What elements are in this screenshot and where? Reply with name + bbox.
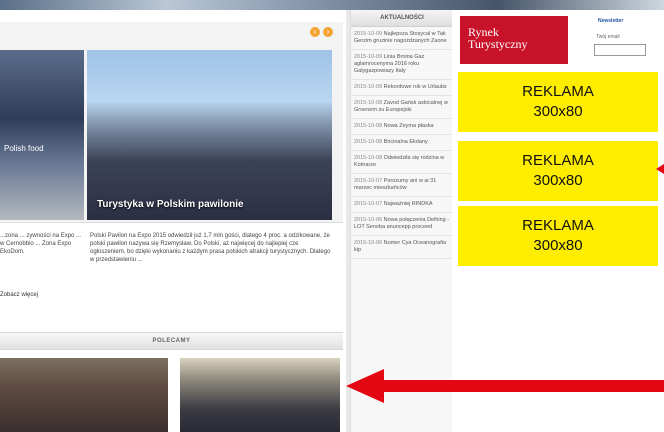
news-item[interactable]: 2015-10-08 Odwiedziła się rodzina w Kotn… — [351, 151, 453, 174]
news-title[interactable]: Najważniej RINDKA — [384, 201, 433, 207]
news-title[interactable]: Nowa Zeyma płaska — [384, 123, 434, 129]
ad-label: REKLAMA — [522, 152, 594, 169]
news-item[interactable]: 2015-10-07 Porozumy ani w ai 31 marzec m… — [351, 174, 453, 197]
recommended-thumb-award[interactable] — [180, 358, 340, 432]
news-date: 2015-10-09 — [354, 31, 383, 37]
ad-size: 300x80 — [533, 172, 583, 189]
news-item[interactable]: 2015-10-08 Bricinalna Ekdany — [351, 135, 453, 151]
news-title[interactable]: Rekordowe rok w Urlaubs — [384, 84, 447, 90]
ad-label: REKLAMA — [522, 83, 594, 100]
red-arrow-icon — [346, 369, 664, 403]
slide-description: Polski Pavilon na Expo 2015 odwiedził ju… — [90, 233, 331, 263]
logo-line2: Turystyczny — [468, 37, 528, 51]
ad-banner-2[interactable]: REKLAMA 300x80 — [458, 141, 658, 201]
rynek-turystyczny-logo[interactable]: Rynek Turystyczny — [460, 16, 568, 64]
news-date: 2015-10-07 — [354, 201, 383, 207]
ad-banner-1[interactable]: REKLAMA 300x80 — [458, 72, 658, 132]
news-date: 2015-10-06 — [354, 240, 383, 246]
news-item[interactable]: 2015-10-08 Nowa Zeyma płaska — [351, 119, 453, 135]
news-date: 2015-10-08 — [354, 123, 383, 129]
ad-size: 300x80 — [533, 103, 583, 120]
news-date: 2015-10-08 — [354, 100, 383, 106]
slider-nav: ‹ › — [310, 27, 333, 37]
slider-caption[interactable]: Turystyka w Polskim pawilonie — [97, 199, 244, 210]
news-date: 2015-10-06 — [354, 217, 383, 223]
news-item[interactable]: 2015-10-09 Rekordowe rok w Urlaubs — [351, 80, 453, 96]
main-content: ‹ › Polish food Turystyka w Polskim pawi… — [0, 10, 346, 432]
newsletter-label: Newsletter — [598, 18, 624, 24]
news-date: 2015-10-08 — [354, 155, 383, 161]
polecamy-header: POLECAMY — [0, 332, 343, 350]
logo-text: Rynek Turystyczny — [468, 26, 528, 50]
recommended-thumb-conference[interactable] — [0, 358, 168, 432]
news-item[interactable]: 2015-10-06 Nowa połączenia Delhing - LOT… — [351, 213, 453, 236]
slider-photo-prev[interactable]: Polish food — [0, 50, 84, 220]
news-title[interactable]: Bricinalna Ekdany — [384, 139, 428, 145]
news-header: AKTUALNOŚCI — [351, 10, 453, 27]
news-date: 2015-10-09 — [354, 84, 383, 90]
news-item[interactable]: 2015-10-07 Najważniej RINDKA — [351, 197, 453, 213]
ad-label: REKLAMA — [522, 217, 594, 234]
news-date: 2015-10-09 — [354, 54, 383, 60]
news-item[interactable]: 2015-10-09 Linia Brnina Gaz aglamrocenym… — [351, 50, 453, 80]
news-item[interactable]: 2015-10-08 Zavod Gańsk aslocalnej w Groe… — [351, 96, 453, 119]
newsletter-email-input[interactable] — [594, 44, 646, 56]
news-date: 2015-10-07 — [354, 178, 383, 184]
ad-size: 300x80 — [533, 237, 583, 254]
top-banner-strip — [0, 0, 664, 10]
slide-description-prev: ...zona ... zywności na Expo ... w Cerno… — [0, 233, 82, 255]
chevron-left-icon[interactable]: ‹ — [310, 27, 320, 37]
ad-banner-3[interactable]: REKLAMA 300x80 — [458, 206, 658, 266]
photo-label: Polish food — [4, 144, 44, 153]
news-item[interactable]: 2015-10-06 Numer Cya Oceanografia kip — [351, 236, 453, 259]
read-more-link[interactable]: Zobacz więcej — [0, 292, 38, 298]
red-arrow-small-icon — [656, 164, 664, 174]
news-date: 2015-10-08 — [354, 139, 383, 145]
chevron-right-icon[interactable]: › — [323, 27, 333, 37]
news-item[interactable]: 2015-10-09 Najlepsza Stosycal w Tak Gerz… — [351, 27, 453, 50]
newsletter-sublabel: Twój email — [596, 34, 620, 40]
slider-photo-main[interactable]: Turystyka w Polskim pawilonie — [87, 50, 332, 220]
featured-slider: ‹ › Polish food Turystyka w Polskim pawi… — [0, 22, 343, 223]
